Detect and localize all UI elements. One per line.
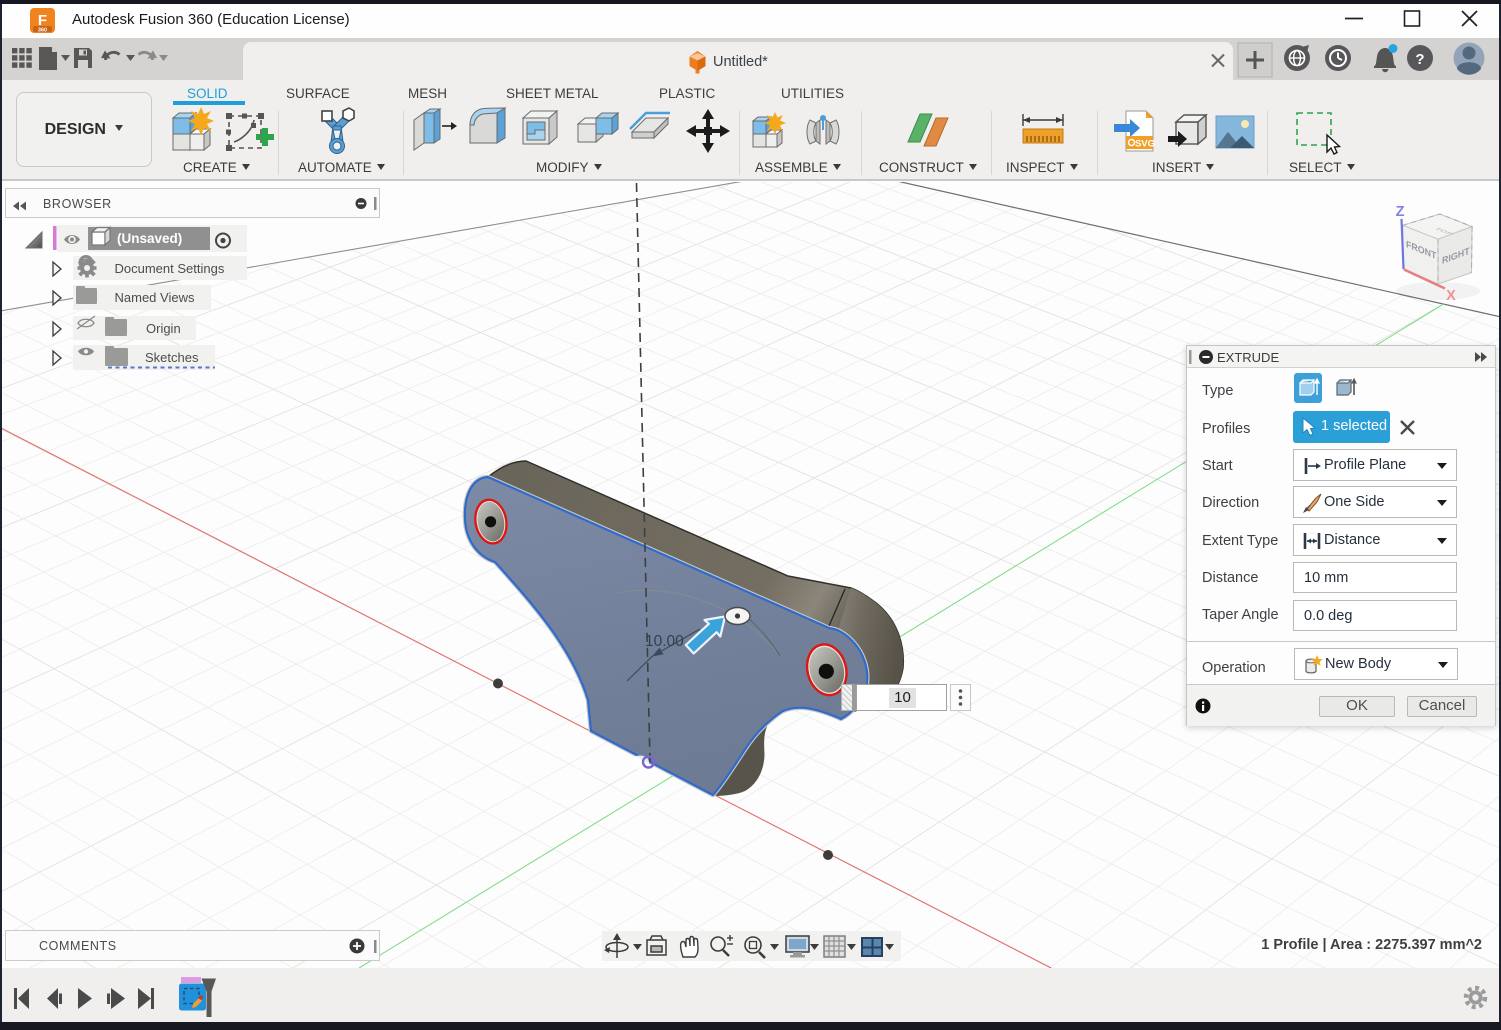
svg-text:Untitled*: Untitled*	[713, 54, 768, 70]
svg-text:10.00: 10.00	[645, 633, 684, 650]
svg-text:X: X	[1446, 288, 1456, 304]
svg-text:SVG: SVG	[1135, 139, 1155, 150]
svg-text:Z: Z	[1396, 204, 1405, 220]
svg-text:?: ?	[1415, 51, 1424, 68]
